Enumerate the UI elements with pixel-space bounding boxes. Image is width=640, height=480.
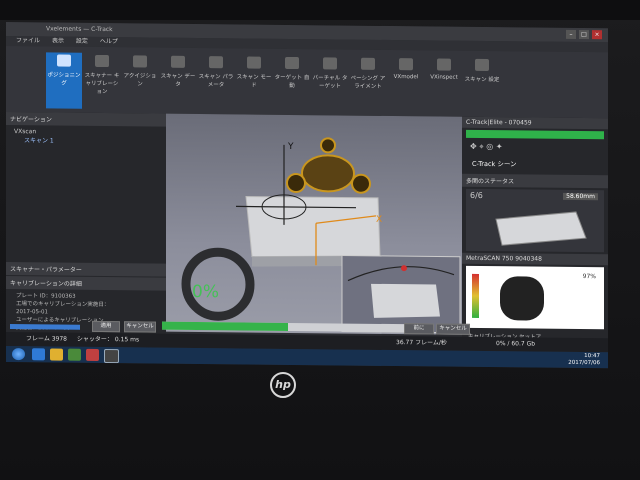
ribbon-label: スキャン データ <box>160 73 196 88</box>
acquisition-progress-fill <box>162 321 288 331</box>
tree-root[interactable]: VXscan スキャン 1 <box>6 125 166 149</box>
ribbon-button[interactable]: スキャン 設定 <box>464 57 500 113</box>
3d-viewport[interactable]: Y X 0% <box>166 113 462 335</box>
left-panel: ナビゲーション VXscan スキャン 1 スキャナー・パラメーター キャリブレ… <box>6 112 166 334</box>
ribbon-label: スキャン モード <box>236 74 272 89</box>
ribbon-icon <box>57 54 71 67</box>
maximize-button[interactable]: □ <box>579 30 589 40</box>
ribbon-label: ペーシング アライメント <box>350 75 386 90</box>
system-clock[interactable]: 10:47 2017/07/06 <box>568 353 600 367</box>
apply-button[interactable]: 適用 <box>92 320 120 333</box>
progress-percent: 0% <box>192 281 219 303</box>
ribbon-icon <box>133 55 147 68</box>
ribbon-button[interactable]: スキャン データ <box>160 54 196 110</box>
ribbon-button[interactable]: VXmodel <box>388 56 424 112</box>
tree-child[interactable]: スキャン 1 <box>14 135 158 146</box>
inset-plate <box>371 283 440 318</box>
ribbon-button[interactable]: VXinspect <box>426 56 462 112</box>
scanner-image <box>500 276 544 321</box>
ribbon-label: ターゲット 自動 <box>274 74 310 90</box>
ribbon-button[interactable]: ペーシング アライメント <box>350 56 386 112</box>
ribbon-label: スキャナー キャリブレーション <box>84 72 120 96</box>
ribbon-label: アクイジション <box>123 73 157 88</box>
bottom-cancel-button[interactable]: キャンセル <box>436 323 470 335</box>
scene-card: 6/6 58.60mm <box>466 188 604 253</box>
ribbon-button[interactable]: スキャン モード <box>236 54 272 110</box>
folder-icon[interactable] <box>50 348 63 361</box>
scene-header: C-Track シーン <box>472 159 517 169</box>
ribbon-button[interactable]: スキャナー キャリブレーション <box>84 53 120 109</box>
axis-y-label: Y <box>287 142 294 152</box>
hp-logo: hp <box>270 372 296 398</box>
screen: Vxelements — C-Track – □ × ファイル 表示 設定 ヘル… <box>6 22 608 369</box>
ribbon-label: スキャン 設定 <box>464 76 500 84</box>
scanner-header: MetraSCAN 750 9040348 <box>462 252 608 266</box>
tool-icons[interactable]: ✥ ⌖ ◎ ✦ <box>470 142 600 153</box>
start-button-icon[interactable] <box>12 348 25 361</box>
scanner-body <box>301 154 355 193</box>
ribbon-icon <box>285 56 299 70</box>
ribbon-button[interactable]: ターゲット 自動 <box>274 55 310 111</box>
ribbon-icon <box>399 58 413 71</box>
scanner-percent: 97% <box>582 273 596 281</box>
right-panel: C-Track|Elite - 070459 ✥ ⌖ ◎ ✦ C-Track シ… <box>462 116 608 341</box>
ribbon-icon <box>323 57 337 70</box>
ie-icon[interactable] <box>32 348 45 361</box>
menu-item[interactable]: ファイル <box>16 37 40 44</box>
frame-count: フレーム 3978 <box>26 335 67 343</box>
ribbon-label: VXmodel <box>393 74 419 81</box>
scanner-params-header: スキャナー・パラメーター <box>6 262 166 277</box>
menu-item[interactable]: ヘルプ <box>100 38 118 45</box>
window-title: Vxelements — C-Track <box>46 25 113 34</box>
ribbon-toolbar: ポジショニング スキャナー キャリブレーション アクイジション スキャン データ スキャ… <box>6 46 608 120</box>
clock-date: 2017/07/06 <box>568 359 600 367</box>
scanner-ring-left <box>286 173 306 194</box>
scan-plate <box>245 196 381 258</box>
scanner-params-section[interactable]: スキャナー・パラメーター <box>6 262 166 277</box>
menu-item[interactable]: 表示 <box>52 37 64 44</box>
axis-x-label: X <box>376 215 382 225</box>
ribbon-button[interactable]: スキャン パラメータ <box>198 54 234 110</box>
vxelements-icon[interactable] <box>104 349 119 364</box>
ribbon-button[interactable]: アクイジション <box>122 53 158 109</box>
bezel-top <box>0 0 640 20</box>
ribbon-label: スキャン パラメータ <box>198 74 234 89</box>
memory-usage: 0% / 60.7 Gb <box>496 340 536 348</box>
previous-button[interactable]: 前に <box>404 323 434 335</box>
ribbon-icon <box>171 55 185 68</box>
ribbon-icon <box>247 56 261 69</box>
app-icon[interactable] <box>86 348 99 361</box>
distance-readout: 58.60mm <box>563 192 598 201</box>
status-header: 多関のステータス <box>462 173 608 189</box>
ctrack-title: C-Track|Elite - 070459 <box>462 116 608 130</box>
ribbon-label: バーチャル ターゲット <box>312 75 348 90</box>
media-icon[interactable] <box>68 348 81 361</box>
scanner-card: 97% <box>466 265 604 330</box>
close-button[interactable]: × <box>592 30 602 40</box>
tree-child-label: スキャン 1 <box>24 137 54 145</box>
ribbon-icon <box>95 54 109 68</box>
minimize-button[interactable]: – <box>566 29 576 39</box>
ribbon-icon <box>209 56 223 69</box>
ribbon-label: ポジショニング <box>47 72 81 87</box>
frame-rate: 36.77 フレーム/秒 <box>396 339 447 347</box>
ribbon-icon <box>475 58 489 72</box>
ribbon-icon <box>361 57 375 70</box>
scanner-ring-right <box>351 173 371 194</box>
left-scrollbar[interactable] <box>10 324 80 330</box>
calibration-cancel-button[interactable]: キャンセル <box>124 321 156 333</box>
quality-gauge <box>472 273 479 318</box>
ribbon-button[interactable]: ポジショニング <box>46 52 82 109</box>
ribbon-icon <box>437 58 451 71</box>
target-count: 6/6 <box>470 190 483 200</box>
scanner-handle <box>320 137 336 154</box>
menu-item[interactable]: 設定 <box>76 38 88 45</box>
ctrack-status-bar <box>466 129 604 140</box>
shutter-value: シャッター： 0.15 ms <box>76 335 140 344</box>
ribbon-button[interactable]: バーチャル ターゲット <box>312 55 348 111</box>
ribbon-label: VXinspect <box>430 74 458 81</box>
